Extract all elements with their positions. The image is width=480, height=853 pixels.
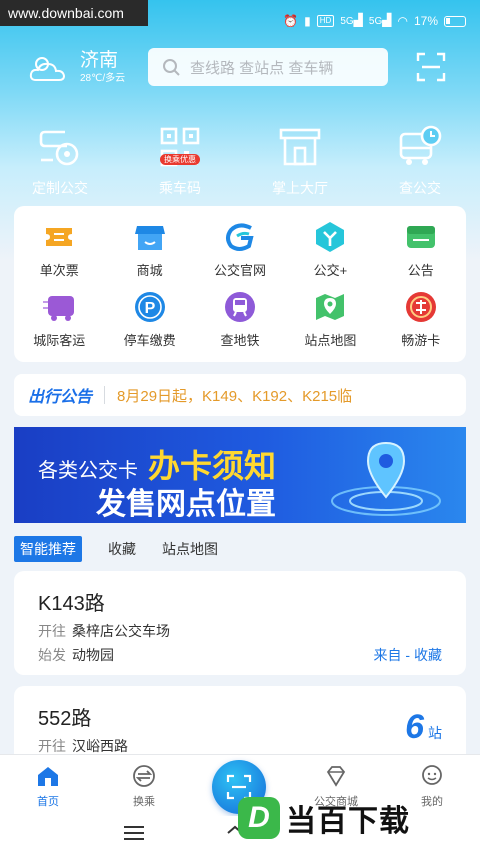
svg-text:P: P xyxy=(144,300,155,317)
grid-item-metro[interactable]: 查地铁 xyxy=(195,284,285,354)
search-placeholder: 查线路 查站点 查车辆 xyxy=(190,59,334,77)
ticket-icon xyxy=(46,227,73,246)
stops-away: 6 站 xyxy=(405,708,442,747)
weather-widget[interactable]: 济南 28℃/多云 xyxy=(28,50,125,86)
stops-unit: 站 xyxy=(428,725,442,741)
custom-bus-icon xyxy=(39,130,79,166)
quick-item-qr-code[interactable]: 换乘优惠 乘车码 xyxy=(120,124,240,198)
mall-icon xyxy=(134,225,165,250)
route-name: K143路 xyxy=(38,593,105,615)
bus-clock-icon xyxy=(399,125,442,165)
tab-stop-map[interactable]: 站点地图 xyxy=(162,539,218,559)
nav-label: 换乘 xyxy=(133,796,155,808)
grid-label: 公告 xyxy=(407,262,434,278)
quick-item-hall[interactable]: 掌上大厅 xyxy=(240,124,360,198)
quick-access-row: 定制公交 换乘优惠 乘车码 掌上大厅 查公交 xyxy=(0,124,480,198)
route-card-1[interactable]: K143路 开往 桑梓店公交车场 始发 动物园 来自 - 收藏 xyxy=(14,571,466,675)
route-destination: 开往 汉峪西路 xyxy=(38,738,128,754)
stops-count: 6 xyxy=(405,708,424,746)
notice-icon xyxy=(406,225,435,248)
grid-item-notice[interactable]: 公告 xyxy=(376,214,466,284)
menu-icon[interactable] xyxy=(124,826,144,840)
quick-label: 掌上大厅 xyxy=(272,180,328,196)
vibrate-icon: ▮ xyxy=(304,14,311,28)
banner-line-2: 发售网点位置 xyxy=(96,488,276,521)
notice-bar[interactable]: 出行公告 8月29日起，K149、K192、K215临 xyxy=(14,374,466,416)
grid-item-bus-plus[interactable]: 公交+ xyxy=(285,214,375,284)
grid-item-ticket[interactable]: 单次票 xyxy=(14,214,104,284)
transfer-discount-badge: 换乘优惠 xyxy=(160,154,200,165)
nav-label: 首页 xyxy=(37,796,59,808)
city-name: 济南 xyxy=(80,50,119,71)
signal-icon-2: 5G▟ xyxy=(368,13,392,27)
wifi-icon: ◠ xyxy=(397,14,408,28)
map-icon xyxy=(316,293,345,320)
quick-item-find-bus[interactable]: 查公交 xyxy=(360,124,480,198)
quick-item-custom-bus[interactable]: 定制公交 xyxy=(0,124,120,198)
route-name: 552路 xyxy=(38,708,92,730)
travel-card-icon xyxy=(405,291,436,322)
status-bar: ⏰ ▮ HD 5G▟ 5G▟ ◠ 17% xyxy=(283,12,466,30)
parking-icon: P xyxy=(134,291,165,322)
promo-banner[interactable]: 各类公交卡 办卡须知 发售网点位置 xyxy=(14,427,466,523)
hd-badge: HD xyxy=(316,15,335,27)
grid-label: 查地铁 xyxy=(220,332,260,348)
grid-item-parking[interactable]: P 停车缴费 xyxy=(104,284,194,354)
grid-label: 公交+ xyxy=(313,262,348,278)
transfer-icon xyxy=(133,765,155,787)
grid-label: 畅游卡 xyxy=(401,332,441,348)
grid-label: 单次票 xyxy=(39,262,79,278)
battery-icon xyxy=(444,15,466,27)
recommend-tabs: 智能推荐 收藏 站点地图 xyxy=(14,536,218,562)
metro-icon xyxy=(224,291,255,322)
home-icon xyxy=(38,767,58,786)
alarm-icon: ⏰ xyxy=(283,14,299,28)
scan-icon[interactable] xyxy=(416,52,446,82)
weather-text: 28℃/多云 xyxy=(80,73,126,84)
tab-favorites[interactable]: 收藏 xyxy=(108,539,136,559)
intercity-icon xyxy=(43,295,75,321)
grid-label: 停车缴费 xyxy=(123,332,176,348)
brand-logo-icon: D xyxy=(238,797,280,839)
grid-item-travel-card[interactable]: 畅游卡 xyxy=(376,284,466,354)
grid-item-map[interactable]: 站点地图 xyxy=(285,284,375,354)
search-bar[interactable]: 查线路 查站点 查车辆 xyxy=(148,48,388,86)
hall-icon xyxy=(279,128,321,166)
grid-label: 站点地图 xyxy=(304,332,357,348)
grid-label: 公交官网 xyxy=(213,262,266,278)
user-icon xyxy=(422,765,442,785)
cloud-icon xyxy=(29,57,66,81)
grid-item-website[interactable]: 公交官网 xyxy=(195,214,285,284)
notice-divider xyxy=(104,386,106,404)
nav-label: 我的 xyxy=(421,796,443,808)
notice-brand: 出行公告 xyxy=(28,389,93,406)
brand-watermark-text: 当百下载 xyxy=(286,805,410,838)
battery-percent: 17% xyxy=(413,14,438,28)
grid-item-intercity[interactable]: 城际客运 xyxy=(14,284,104,354)
search-icon xyxy=(163,59,180,76)
route-destination: 开往 桑梓店公交车场 xyxy=(38,623,170,639)
grid-item-mall[interactable]: 商城 xyxy=(104,214,194,284)
quick-label: 定制公交 xyxy=(32,180,88,196)
site-watermark: www.downbai.com xyxy=(0,0,148,26)
nav-home[interactable]: 首页 xyxy=(0,755,96,816)
tab-smart-recommend[interactable]: 智能推荐 xyxy=(14,536,82,562)
location-pin-icon xyxy=(331,441,441,516)
service-grid: 单次票 商城 公交官网 公交+ 公告 城际客运 P 停车缴费 查地铁 站点地图 … xyxy=(14,206,466,362)
from-favorites-link[interactable]: 来自 - 收藏 xyxy=(374,645,442,665)
brand-watermark: D 当百下载 xyxy=(238,796,410,840)
website-icon xyxy=(225,222,254,251)
nav-transfer[interactable]: 换乘 xyxy=(96,755,192,816)
grid-label: 商城 xyxy=(136,262,163,278)
signal-icon-1: 5G▟ xyxy=(340,13,363,27)
diamond-icon xyxy=(326,766,346,787)
bus-plus-icon xyxy=(316,221,345,252)
route-origin: 始发 动物园 xyxy=(38,647,114,663)
notice-text: 8月29日起，K149、K192、K215临 xyxy=(117,387,353,405)
quick-label: 乘车码 xyxy=(159,180,201,196)
grid-label: 城际客运 xyxy=(33,332,86,348)
quick-label: 查公交 xyxy=(399,180,441,196)
